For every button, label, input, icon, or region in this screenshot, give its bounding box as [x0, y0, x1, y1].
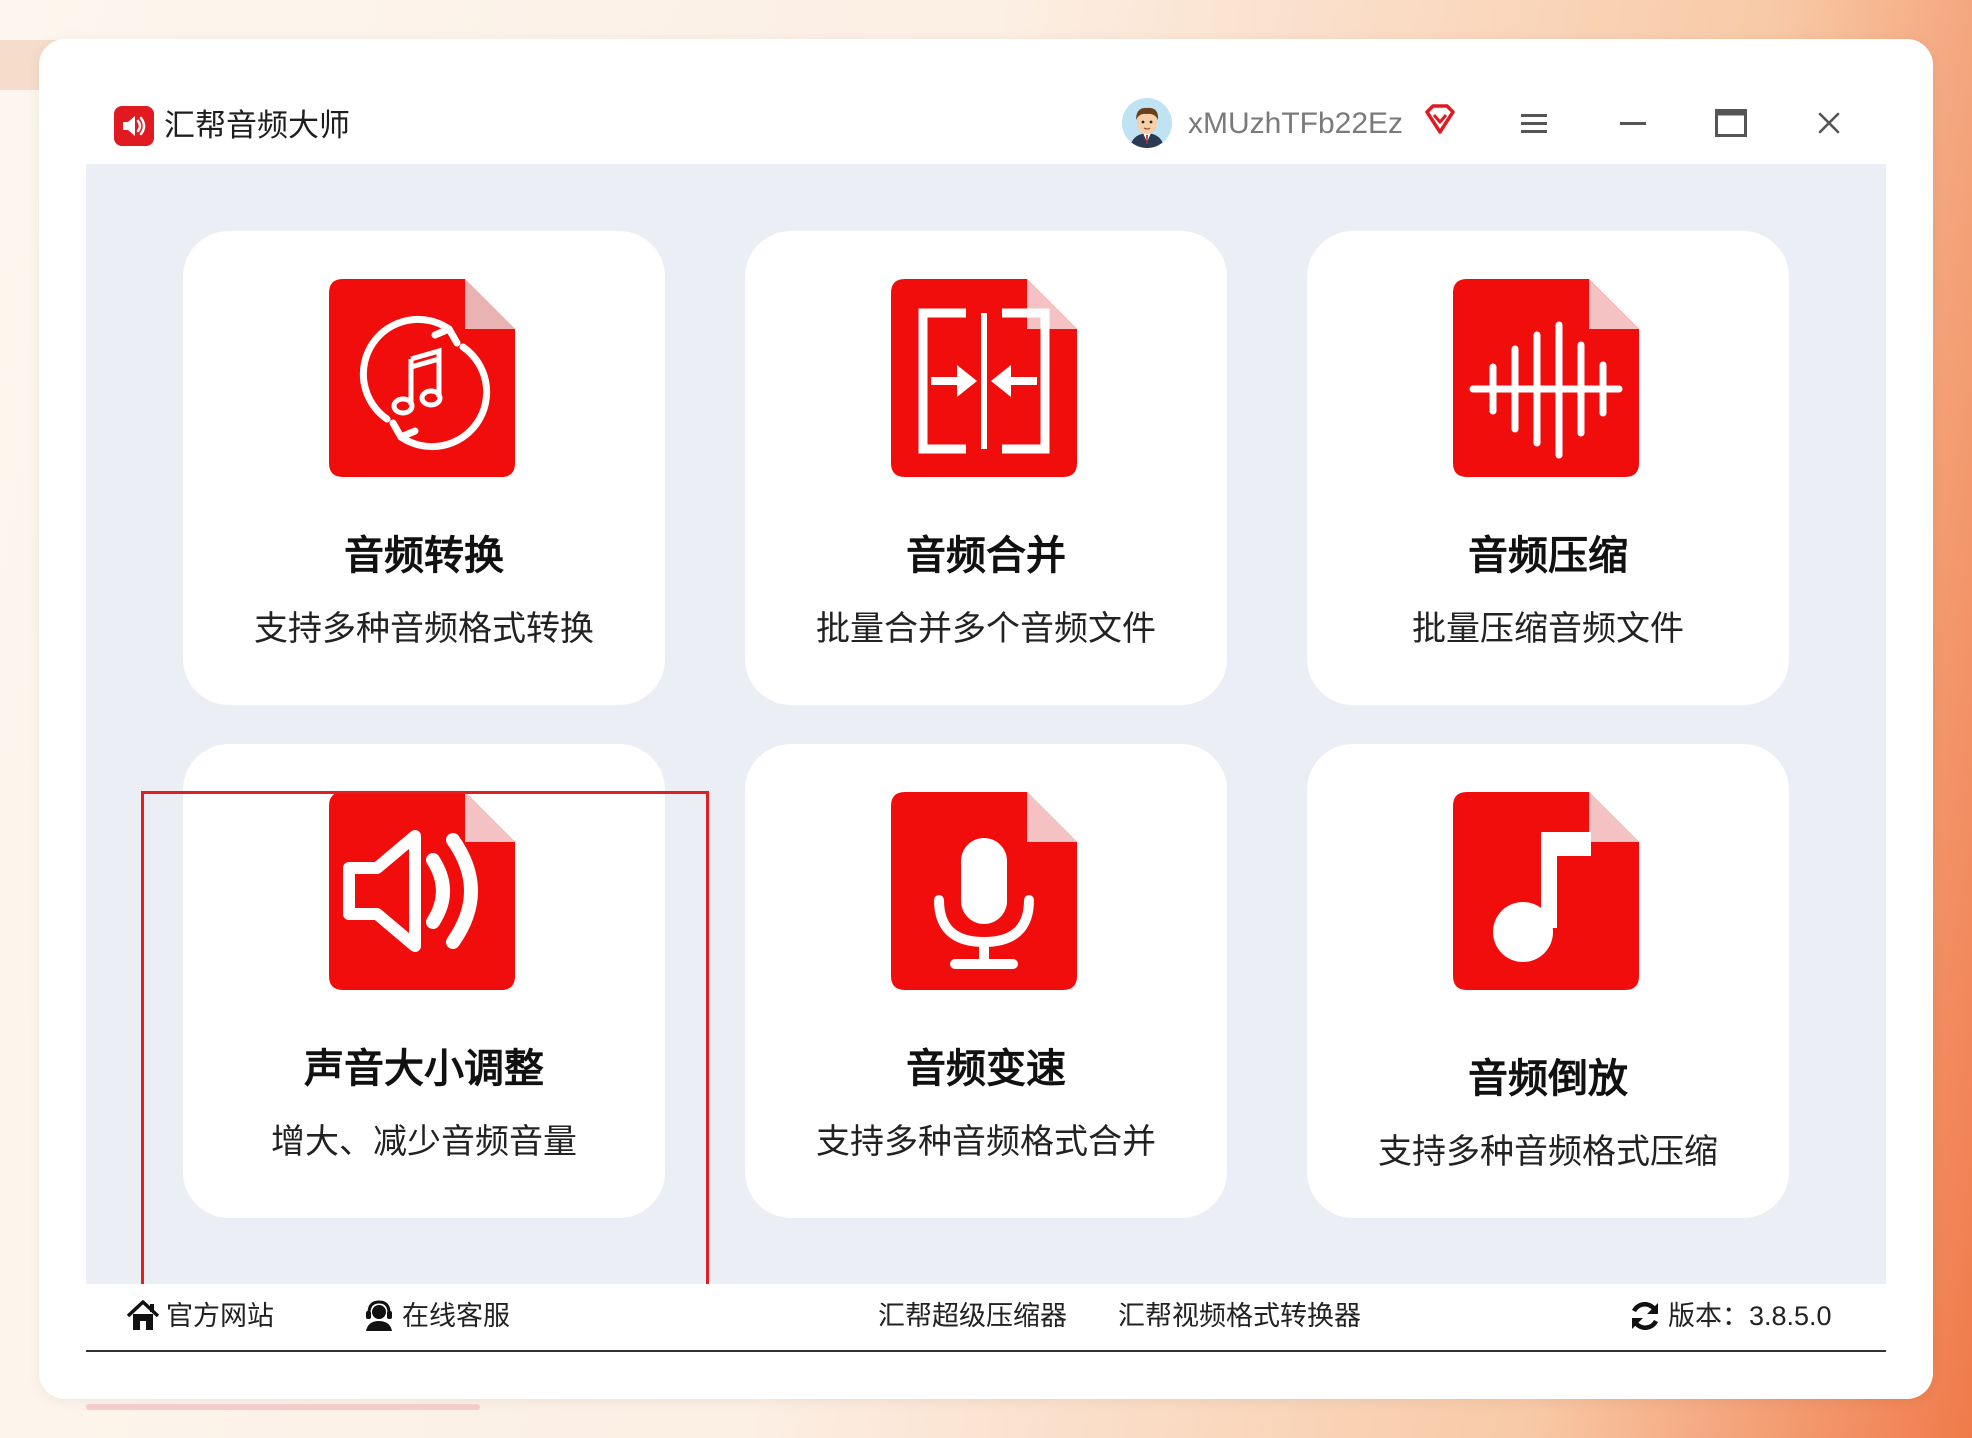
tool-desc: 增大、减少音频音量 — [271, 1123, 577, 1161]
tool-desc: 支持多种音频格式转换 — [254, 610, 594, 648]
tool-card-audio-speed[interactable]: 音频变速 支持多种音频格式合并 — [745, 744, 1227, 1218]
tool-title: 声音大小调整 — [304, 1047, 544, 1091]
menu-icon[interactable] — [1511, 100, 1557, 146]
tool-desc: 批量压缩音频文件 — [1412, 610, 1684, 648]
tool-title: 音频合并 — [906, 534, 1066, 578]
super-compressor-label: 汇帮超级压缩器 — [878, 1301, 1067, 1331]
online-support-label: 在线客服 — [402, 1301, 510, 1331]
app-title: 汇帮音频大师 — [164, 108, 350, 143]
super-compressor-link[interactable]: 汇帮超级压缩器 — [878, 1296, 1067, 1336]
tool-desc: 支持多种音频格式压缩 — [1378, 1133, 1718, 1171]
title-bar: 汇帮音频大师 xMUzhTFb22Ez — [86, 84, 1886, 164]
version-info[interactable]: 版本：3.8.5.0 — [1628, 1296, 1832, 1336]
official-website-link[interactable]: 官方网站 — [126, 1296, 274, 1336]
tool-desc: 支持多种音频格式合并 — [816, 1123, 1156, 1161]
tool-card-audio-merge[interactable]: 音频合并 批量合并多个音频文件 — [745, 231, 1227, 705]
audio-compress-icon — [1453, 279, 1639, 477]
video-converter-link[interactable]: 汇帮视频格式转换器 — [1118, 1296, 1361, 1336]
video-converter-label: 汇帮视频格式转换器 — [1118, 1301, 1361, 1331]
avatar[interactable] — [1122, 98, 1172, 148]
tool-title: 音频变速 — [906, 1047, 1066, 1091]
footer-bar: 官方网站 在线客服 汇帮超级压缩器 汇帮视频格式转换器 版本：3.8.5.0 — [86, 1284, 1886, 1352]
maximize-icon[interactable] — [1708, 100, 1754, 146]
speaker-icon — [114, 106, 154, 146]
official-website-label: 官方网站 — [166, 1301, 274, 1331]
home-icon — [126, 1300, 160, 1330]
audio-convert-icon — [329, 279, 515, 477]
tool-title: 音频转换 — [344, 534, 504, 578]
customer-service-icon — [366, 1300, 392, 1331]
app-window: 汇帮音频大师 xMUzhTFb22Ez 音频转换 支持多种音频格式转换 音频合并… — [86, 84, 1886, 1352]
tool-card-audio-compress[interactable]: 音频压缩 批量压缩音频文件 — [1307, 231, 1789, 705]
tool-title: 音频倒放 — [1468, 1057, 1628, 1101]
username[interactable]: xMUzhTFb22Ez — [1188, 104, 1403, 144]
main-area: 音频转换 支持多种音频格式转换 音频合并 批量合并多个音频文件 音频压缩 批量压… — [86, 164, 1886, 1339]
vip-diamond-icon[interactable] — [1422, 102, 1458, 138]
tool-card-audio-reverse[interactable]: 音频倒放 支持多种音频格式压缩 — [1307, 744, 1789, 1218]
frame-accent — [86, 1404, 480, 1410]
tool-desc: 批量合并多个音频文件 — [816, 610, 1156, 648]
version-label: 版本：3.8.5.0 — [1668, 1301, 1832, 1331]
tool-card-volume-adjust[interactable]: 声音大小调整 增大、减少音频音量 — [183, 744, 665, 1218]
volume-icon — [329, 792, 515, 990]
tool-title: 音频压缩 — [1468, 534, 1628, 578]
microphone-icon — [891, 792, 1077, 990]
online-support-link[interactable]: 在线客服 — [362, 1296, 510, 1336]
refresh-icon — [1631, 1302, 1659, 1330]
tool-card-audio-convert[interactable]: 音频转换 支持多种音频格式转换 — [183, 231, 665, 705]
music-note-icon — [1453, 792, 1639, 990]
minimize-icon[interactable] — [1610, 100, 1656, 146]
audio-merge-icon — [891, 279, 1077, 477]
close-icon[interactable] — [1806, 100, 1852, 146]
